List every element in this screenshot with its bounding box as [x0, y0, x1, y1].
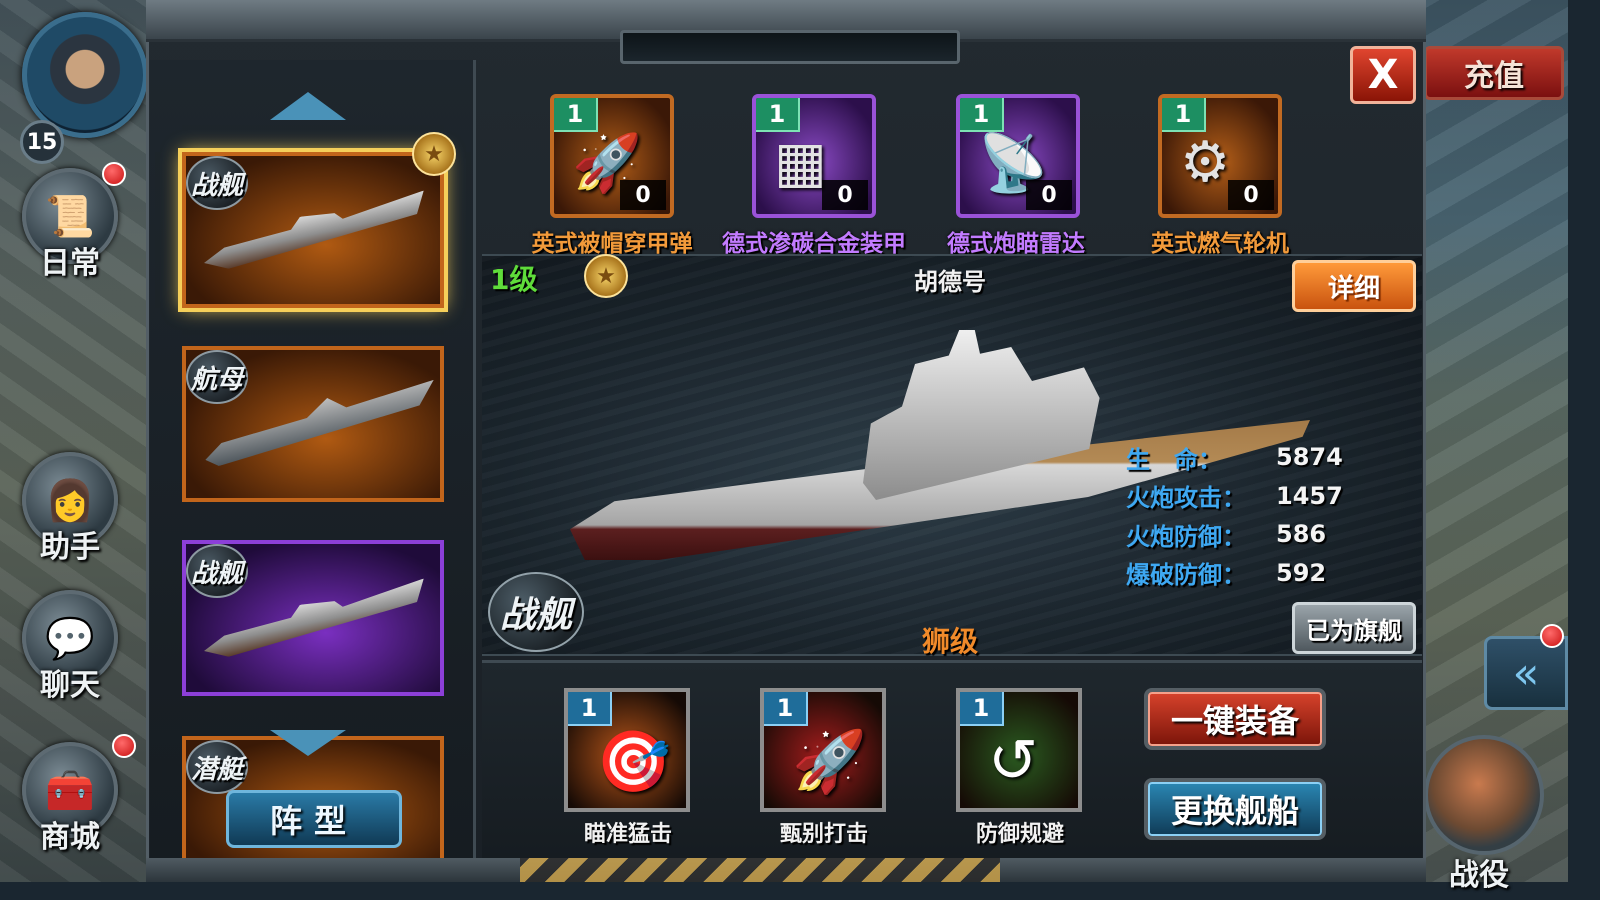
scroll-up-arrow-icon[interactable] [270, 92, 346, 120]
stat-value: 592 [1276, 558, 1327, 587]
ship-class: 狮级 [921, 625, 978, 658]
stat-value: 5874 [1276, 443, 1343, 472]
ship-name: 胡德号 [914, 268, 986, 296]
stat-row-gun-defense: 火炮防御： 586 [1126, 515, 1343, 554]
shop-label: 商城 [40, 820, 100, 855]
ship-card-carrier[interactable]: 航母 [182, 346, 444, 502]
campaign-map-icon[interactable] [1424, 735, 1544, 855]
stat-label: 火炮攻击： [1126, 484, 1246, 513]
daily-label: 日常 [40, 246, 100, 281]
turbine-engine-icon: ⚙ [1180, 130, 1231, 195]
missile-strike-icon: 🚀 [792, 727, 867, 797]
change-ship-button[interactable]: 更换舰船 [1144, 778, 1326, 840]
equipment-level: 1 [960, 98, 1004, 132]
assistant-menu[interactable]: 👩 助手 [8, 452, 132, 566]
ship-card-battleship-1[interactable]: 战舰 [182, 152, 444, 308]
stat-label: 火炮防御： [1126, 522, 1246, 551]
hazard-stripes [520, 858, 1000, 882]
flagship-button[interactable]: 已为旗舰 [1292, 602, 1416, 654]
scroll-down-arrow-icon[interactable] [270, 730, 346, 756]
details-button[interactable]: 详细 [1292, 260, 1416, 312]
skill-name: 防御规避 [975, 822, 1064, 847]
assistant-label: 助手 [40, 530, 100, 565]
stat-value: 586 [1276, 520, 1327, 549]
equipment-slot-engine[interactable]: ⚙ 1 0 [1158, 94, 1282, 218]
skill-missile-strike[interactable]: 🚀 1 [760, 688, 886, 812]
equipment-count: 0 [1228, 180, 1274, 210]
equipment-count: 0 [620, 180, 666, 210]
skill-aimed-strike[interactable]: 🎯 1 [564, 688, 690, 812]
rank-star-icon: ★ [584, 254, 628, 298]
skill-level: 1 [764, 692, 808, 726]
auto-equip-button[interactable]: 一键装备 [1144, 688, 1326, 750]
equipment-name: 英式被帽穿甲弹 [531, 231, 693, 257]
ship-type-badge: 潜艇 [186, 740, 248, 794]
equipment-name: 英式燃气轮机 [1151, 231, 1289, 257]
equipment-level: 1 [554, 98, 598, 132]
ship-type-badge: 航母 [186, 350, 248, 404]
ship-stats: 生 命： 5874 火炮攻击： 1457 火炮防御： 586 爆破防御： 592 [1126, 438, 1343, 592]
ship-type-badge: 战舰 [186, 544, 248, 598]
campaign-label: 战役 [1449, 858, 1509, 893]
stat-label: 爆破防御： [1126, 561, 1246, 590]
equipment-count: 0 [822, 180, 868, 210]
equipment-slot-shell[interactable]: 🚀 1 0 [550, 94, 674, 218]
aimed-strike-icon: 🎯 [596, 727, 671, 797]
dialog-title-slot [620, 30, 960, 64]
equipment-level: 1 [1162, 98, 1206, 132]
flagship-star-icon: ★ [412, 132, 456, 176]
chat-label: 聊天 [40, 668, 100, 703]
skill-evasion[interactable]: ↺ 1 [956, 688, 1082, 812]
player-level-badge: 15 [20, 120, 64, 164]
ship-card-battleship-2[interactable]: 战舰 [182, 540, 444, 696]
stat-row-gun-attack: 火炮攻击： 1457 [1126, 477, 1343, 516]
ship-level: 1级 [490, 263, 538, 296]
equipment-name: 德式渗碳合金装甲 [722, 231, 906, 257]
skill-name: 瞄准猛击 [583, 822, 672, 847]
notification-dot-icon [102, 162, 126, 186]
shop-menu[interactable]: 🧰 商城 [8, 734, 136, 856]
ship-type-emblem: 战舰 [488, 572, 584, 652]
equipment-level: 1 [756, 98, 800, 132]
stat-value: 1457 [1276, 481, 1343, 510]
stat-label: 生 命： [1126, 445, 1222, 474]
ship-type-badge: 战舰 [186, 156, 248, 210]
notification-dot-icon [112, 734, 136, 758]
stat-row-hp: 生 命： 5874 [1126, 438, 1343, 477]
equipment-slot-armor[interactable]: ▦ 1 0 [752, 94, 876, 218]
skill-level: 1 [568, 692, 612, 726]
formation-button[interactable]: 阵型 [226, 790, 402, 848]
close-button[interactable]: X [1350, 46, 1416, 104]
equipment-name: 德式炮瞄雷达 [947, 231, 1085, 257]
chat-menu[interactable]: 💬 聊天 [8, 590, 132, 704]
skill-level: 1 [960, 692, 1004, 726]
equipment-count: 0 [1026, 180, 1072, 210]
skill-name: 甄别打击 [779, 822, 868, 847]
daily-menu[interactable]: 📜 日常 [8, 162, 132, 282]
recharge-button[interactable]: 充值 [1424, 46, 1564, 100]
notification-dot-icon [1540, 624, 1564, 648]
stat-row-blast-defense: 爆破防御： 592 [1126, 554, 1343, 593]
evasion-icon: ↺ [988, 726, 1039, 796]
armor-plate-icon: ▦ [774, 130, 827, 195]
equipment-slot-radar[interactable]: 📡 1 0 [956, 94, 1080, 218]
